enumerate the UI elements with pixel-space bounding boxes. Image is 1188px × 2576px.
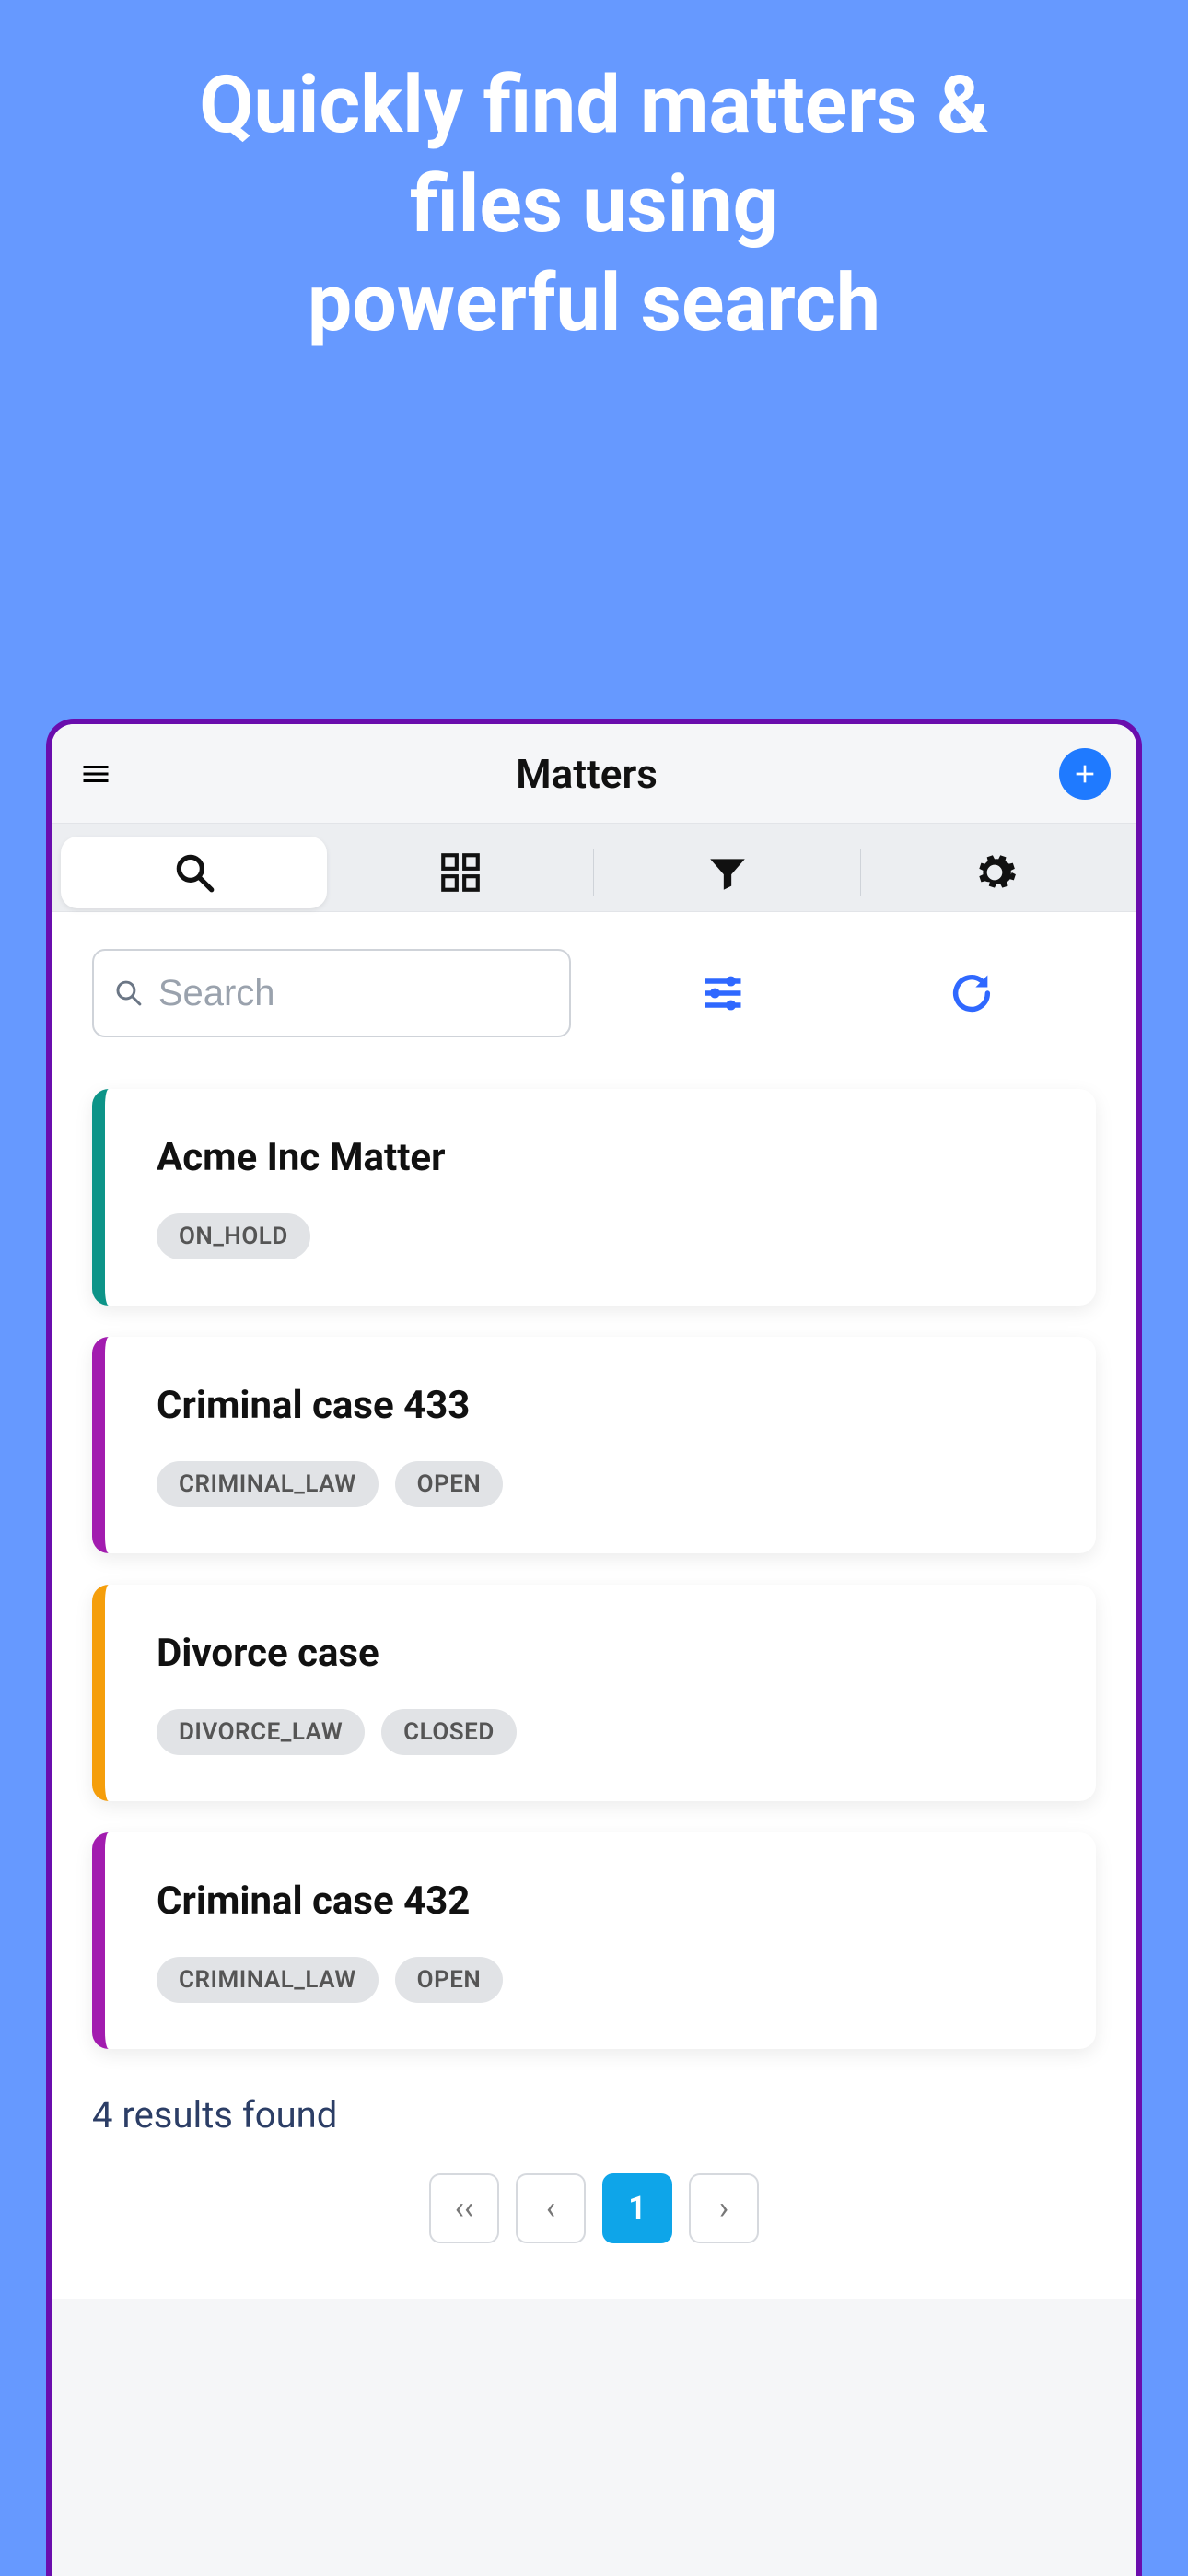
grid-icon — [437, 849, 483, 896]
matter-tag: ON_HOLD — [157, 1213, 310, 1259]
search-field-wrapper[interactable] — [92, 949, 571, 1037]
matter-tag: CRIMINAL_LAW — [157, 1461, 379, 1507]
matter-tags: CRIMINAL_LAW OPEN — [157, 1957, 1059, 2003]
adjust-filters-button[interactable] — [699, 969, 747, 1017]
content-area: Acme Inc MatterON_HOLDCriminal case 433C… — [52, 912, 1136, 2299]
app-header: Matters — [52, 724, 1136, 824]
matter-tag: OPEN — [395, 1461, 504, 1507]
refresh-icon — [948, 969, 996, 1017]
matter-title: Criminal case 432 — [157, 1879, 1059, 1924]
page-current[interactable]: 1 — [602, 2173, 672, 2243]
page-prev-button[interactable]: ‹ — [516, 2173, 586, 2243]
tab-filter[interactable] — [594, 837, 860, 908]
page-first-button[interactable]: ‹‹ — [429, 2173, 499, 2243]
matter-tags: ON_HOLD — [157, 1213, 1059, 1259]
matter-card[interactable]: Acme Inc Matter ON_HOLD — [92, 1089, 1096, 1306]
sliders-icon — [699, 969, 747, 1017]
search-actions — [599, 969, 1096, 1017]
matter-tag: DIVORCE_LAW — [157, 1709, 365, 1755]
app-frame: Matters — [46, 719, 1142, 2576]
matter-title: Acme Inc Matter — [157, 1135, 1059, 1180]
tab-search[interactable] — [61, 837, 327, 908]
plus-icon — [1070, 759, 1100, 789]
add-button[interactable] — [1059, 748, 1111, 800]
matter-card[interactable]: Divorce case DIVORCE_LAW CLOSED — [92, 1585, 1096, 1801]
funnel-icon — [705, 849, 751, 896]
menu-button[interactable] — [77, 755, 114, 792]
pagination: ‹‹ ‹ 1 › — [92, 2173, 1096, 2243]
promo-headline-line1: Quickly find matters & — [199, 58, 989, 151]
matter-tags: DIVORCE_LAW CLOSED — [157, 1709, 1059, 1755]
search-icon — [171, 849, 217, 896]
matter-title: Criminal case 433 — [157, 1383, 1059, 1428]
matter-card[interactable]: Criminal case 432 CRIMINAL_LAW OPEN — [92, 1832, 1096, 2049]
tab-settings[interactable] — [861, 837, 1127, 908]
page-next-button[interactable]: › — [689, 2173, 759, 2243]
matter-title: Divorce case — [157, 1631, 1059, 1676]
matter-tags: CRIMINAL_LAW OPEN — [157, 1461, 1059, 1507]
gear-icon — [972, 849, 1018, 896]
matter-tag: OPEN — [395, 1957, 504, 2003]
promo-headline-line3: powerful search — [308, 256, 880, 349]
matter-list: Acme Inc MatterON_HOLDCriminal case 433C… — [92, 1089, 1096, 2049]
tab-grid[interactable] — [327, 837, 593, 908]
promo-headline-line2: files using — [410, 158, 778, 251]
search-input[interactable] — [158, 973, 551, 1014]
promo-headline: Quickly find matters & files using power… — [0, 0, 1188, 353]
matter-tag: CRIMINAL_LAW — [157, 1957, 379, 2003]
toolbar — [52, 824, 1136, 912]
matter-card[interactable]: Criminal case 433 CRIMINAL_LAW OPEN — [92, 1337, 1096, 1553]
hamburger-icon — [79, 757, 112, 790]
refresh-button[interactable] — [948, 969, 996, 1017]
search-row — [92, 949, 1096, 1037]
results-count: 4 results found — [92, 2093, 1096, 2137]
search-icon — [112, 975, 146, 1012]
matter-tag: CLOSED — [381, 1709, 517, 1755]
page-title: Matters — [516, 750, 658, 798]
